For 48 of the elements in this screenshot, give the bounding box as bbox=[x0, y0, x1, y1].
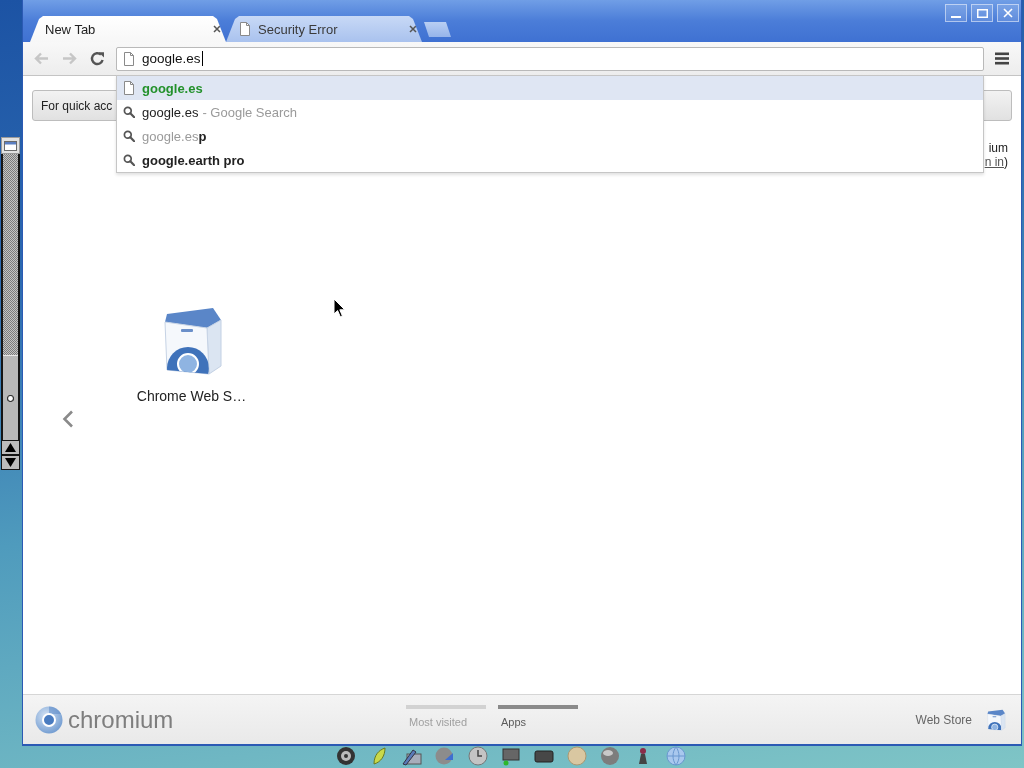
mouse-cursor-icon bbox=[333, 298, 346, 318]
minimize-button[interactable] bbox=[945, 4, 967, 22]
web-store-link[interactable]: Web Store bbox=[915, 712, 972, 727]
new-tab-button[interactable] bbox=[424, 22, 451, 37]
close-icon bbox=[1003, 8, 1013, 18]
back-arrow-icon bbox=[33, 52, 49, 65]
ball-icon[interactable] bbox=[600, 746, 620, 766]
close-icon[interactable] bbox=[213, 25, 221, 33]
search-icon bbox=[123, 130, 135, 142]
search-icon bbox=[123, 154, 135, 166]
logo-text: chromium bbox=[68, 705, 174, 734]
page-icon bbox=[123, 51, 135, 66]
minimize-icon bbox=[951, 16, 961, 18]
search-icon bbox=[123, 106, 135, 118]
page-icon bbox=[123, 81, 135, 95]
chevron-left-icon[interactable] bbox=[62, 410, 74, 428]
scrollbar-thumb[interactable] bbox=[3, 355, 18, 440]
close-window-button[interactable] bbox=[997, 4, 1019, 22]
logo-icon bbox=[35, 705, 63, 734]
up-triangle-icon bbox=[5, 443, 16, 452]
browser-tab[interactable]: Security Error bbox=[226, 16, 422, 42]
browser-tab[interactable]: New Tab bbox=[30, 16, 226, 42]
sign-in-note: ium n in) bbox=[984, 141, 1008, 169]
sphere-icon[interactable] bbox=[435, 746, 455, 766]
close-icon[interactable] bbox=[409, 25, 417, 33]
maximize-icon bbox=[976, 8, 988, 18]
text-cursor-icon bbox=[201, 51, 203, 66]
window-icon bbox=[1, 137, 20, 154]
maximize-button[interactable] bbox=[971, 4, 993, 22]
sign-in-link[interactable]: n in bbox=[984, 155, 1004, 169]
page-tab[interactable]: Apps bbox=[498, 705, 578, 728]
infobar-text: For quick acc bbox=[41, 98, 113, 113]
app-label[interactable]: Chrome Web S… bbox=[136, 388, 247, 404]
down-triangle-icon bbox=[5, 458, 16, 467]
reload-icon bbox=[89, 51, 105, 66]
monitor-icon[interactable] bbox=[501, 746, 521, 766]
forward-arrow-icon bbox=[61, 52, 77, 65]
scroll-up-button[interactable] bbox=[1, 440, 20, 455]
scroll-down-button[interactable] bbox=[1, 455, 20, 470]
suggestion-row[interactable]: google.es - Google Search bbox=[117, 100, 983, 124]
menu-icon bbox=[995, 52, 1009, 65]
disc-icon[interactable] bbox=[336, 746, 356, 766]
shopping-bag-icon[interactable] bbox=[985, 708, 1007, 731]
suggestion-row[interactable]: google.esp bbox=[117, 124, 983, 148]
page-icon bbox=[239, 22, 251, 36]
clock-icon[interactable] bbox=[468, 746, 488, 766]
address-bar[interactable]: google.es bbox=[116, 46, 984, 71]
suggestion-row[interactable]: google.earth pro bbox=[117, 148, 983, 172]
